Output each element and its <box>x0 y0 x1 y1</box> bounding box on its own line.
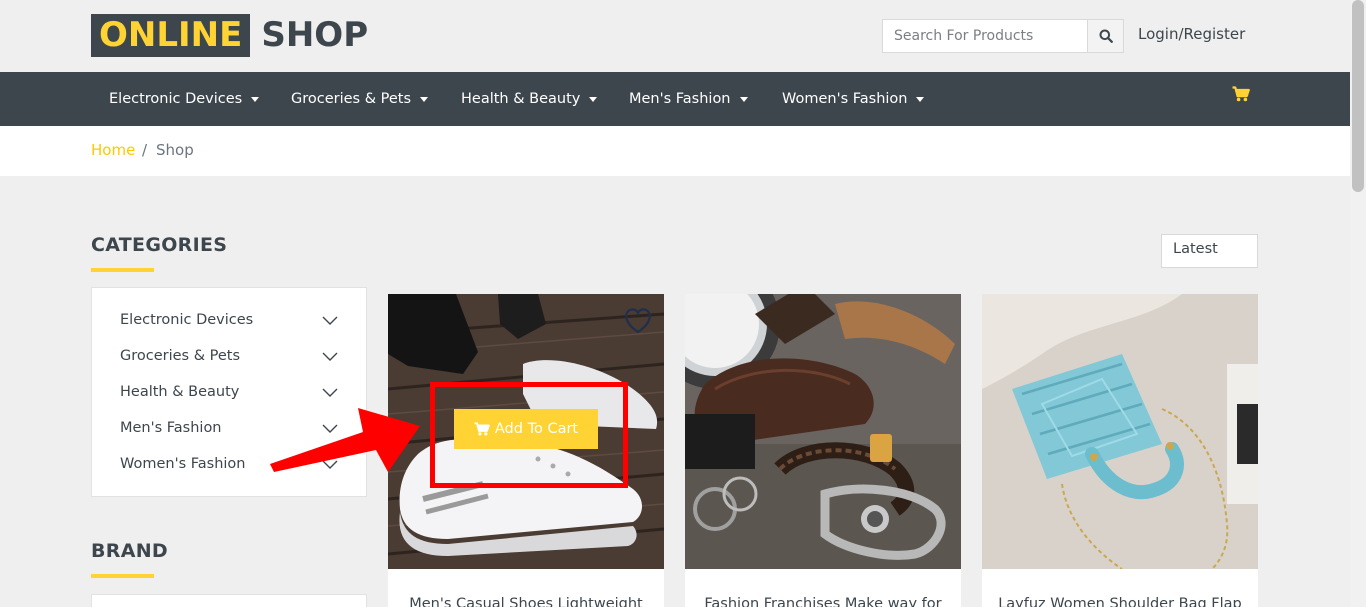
category-label: Electronic Devices <box>120 312 254 328</box>
logo-highlight: ONLINE <box>91 14 251 57</box>
nav-item-label: Groceries & Pets <box>291 91 412 107</box>
search-bar <box>882 19 1124 53</box>
breadcrumb: Home / Shop <box>0 126 1350 176</box>
arrow-icon <box>270 408 420 472</box>
search-input[interactable] <box>882 19 1087 53</box>
highlight-box <box>430 382 628 488</box>
logo-text: SHOP <box>261 15 369 55</box>
nav-item-electronic-devices[interactable]: Electronic Devices <box>109 72 260 126</box>
brand-panel <box>91 594 367 607</box>
nav-item-label: Women's Fashion <box>782 91 908 107</box>
sort-select[interactable]: Latest <box>1161 234 1258 268</box>
category-label: Women's Fashion <box>120 456 246 472</box>
main-navbar: Electronic Devices Groceries & Pets Heal… <box>0 72 1350 126</box>
category-label: Groceries & Pets <box>120 348 241 364</box>
top-bar: ONLINE SHOP Login/Register <box>0 0 1350 72</box>
product-title[interactable]: Layfuz Women Shoulder Bag Flap <box>982 596 1258 607</box>
chevron-down-icon[interactable] <box>322 388 338 397</box>
caret-down-icon <box>739 97 748 102</box>
brand-heading: BRAND <box>91 540 168 562</box>
category-item-groceries-pets[interactable]: Groceries & Pets <box>120 346 338 366</box>
cart-icon[interactable] <box>1232 86 1250 102</box>
product-title[interactable]: Men's Casual Shoes Lightweight <box>388 596 664 607</box>
caret-down-icon <box>251 97 260 102</box>
scrollbar-thumb[interactable] <box>1352 0 1364 192</box>
category-label: Health & Beauty <box>120 384 240 400</box>
bag-photo <box>982 294 1258 569</box>
nav-item-label: Health & Beauty <box>461 91 581 107</box>
caret-down-icon <box>589 97 598 102</box>
caret-down-icon <box>916 97 925 102</box>
nav-item-womens-fashion[interactable]: Women's Fashion <box>782 72 925 126</box>
nav-item-health-beauty[interactable]: Health & Beauty <box>461 72 598 126</box>
product-card[interactable]: Layfuz Women Shoulder Bag Flap <box>982 294 1258 607</box>
heading-underline <box>91 574 154 578</box>
category-label: Men's Fashion <box>120 420 222 436</box>
breadcrumb-current: Shop <box>156 141 194 159</box>
breadcrumb-home-link[interactable]: Home <box>91 141 135 159</box>
site-logo[interactable]: ONLINE SHOP <box>91 14 368 57</box>
category-item-health-beauty[interactable]: Health & Beauty <box>120 382 338 402</box>
nav-item-label: Men's Fashion <box>629 91 731 107</box>
heart-icon[interactable] <box>624 308 652 334</box>
product-image-accessories[interactable] <box>685 294 961 569</box>
search-icon <box>1099 29 1113 43</box>
chevron-down-icon[interactable] <box>322 316 338 325</box>
product-card[interactable]: Fashion Franchises Make way for <box>685 294 961 607</box>
search-button[interactable] <box>1087 19 1124 53</box>
caret-down-icon <box>420 97 429 102</box>
chevron-down-icon[interactable] <box>322 352 338 361</box>
heading-underline <box>91 268 154 272</box>
nav-item-mens-fashion[interactable]: Men's Fashion <box>629 72 748 126</box>
accessories-photo <box>685 294 961 569</box>
product-image-bag[interactable] <box>982 294 1258 569</box>
nav-item-label: Electronic Devices <box>109 91 243 107</box>
product-title[interactable]: Fashion Franchises Make way for <box>685 596 961 607</box>
categories-heading: CATEGORIES <box>91 234 228 256</box>
breadcrumb-separator: / <box>142 141 148 159</box>
nav-item-groceries-pets[interactable]: Groceries & Pets <box>291 72 429 126</box>
login-register-link[interactable]: Login/Register <box>1138 25 1245 43</box>
category-item-electronic-devices[interactable]: Electronic Devices <box>120 310 338 330</box>
